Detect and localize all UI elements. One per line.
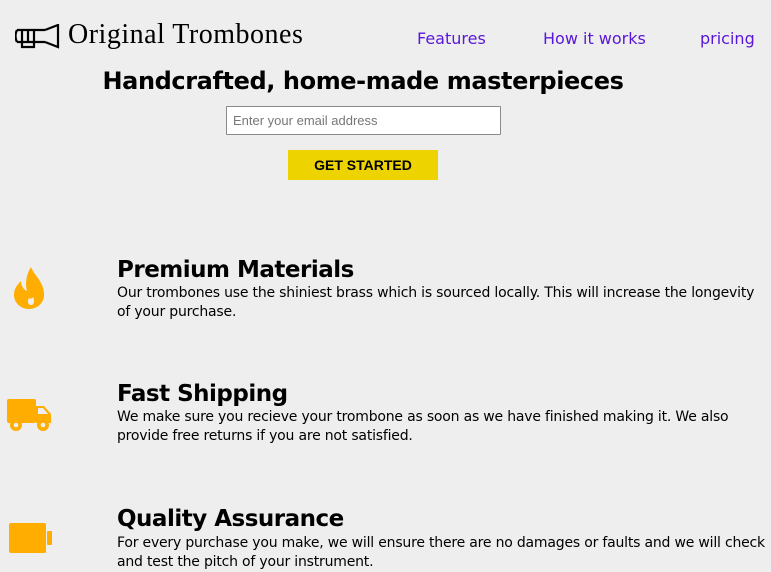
feature-description: For every purchase you make, we will ens… [117,535,765,570]
feature-description: Our trombones use the shiniest brass whi… [117,285,755,320]
battery-icon [9,523,52,553]
hero-title: Handcrafted, home-made masterpieces [102,67,624,95]
fire-icon [14,267,45,309]
feature-title: Premium Materials [117,257,354,283]
email-input[interactable] [226,106,501,135]
trombone-logo-icon[interactable] [15,24,60,50]
feature-title: Quality Assurance [117,506,344,532]
site-header: Original Trombones Features How it works… [0,0,771,70]
truck-icon [7,399,51,431]
nav-link-features[interactable]: Features [417,29,486,49]
get-started-button[interactable]: GET STARTED [288,150,438,180]
feature-title: Fast Shipping [117,381,288,407]
feature-description: We make sure you recieve your trombone a… [117,409,729,444]
nav-link-pricing[interactable]: pricing [700,29,755,49]
nav-link-how-it-works[interactable]: How it works [543,29,646,49]
brand-name[interactable]: Original Trombones [68,17,303,53]
